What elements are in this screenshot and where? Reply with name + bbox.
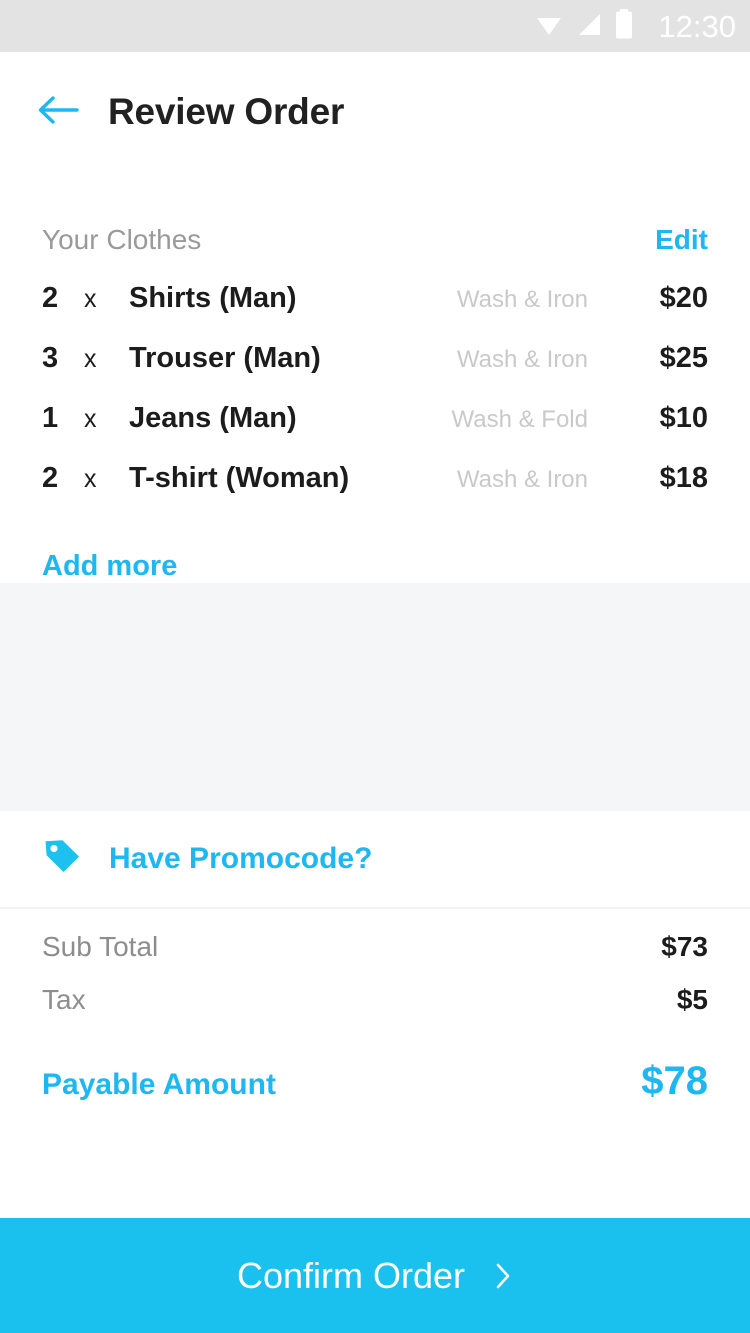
tax-label: Tax (42, 984, 86, 1015)
table-row[interactable]: 2 x Shirts (Man) Wash & Iron $20 (42, 282, 708, 342)
status-bar: 12:30 (0, 0, 750, 52)
page-title: Review Order (108, 91, 345, 132)
item-multiplier: x (84, 285, 97, 313)
item-quantity: 2 (42, 282, 59, 314)
arrow-left-icon (37, 94, 79, 131)
add-more-button[interactable]: Add more (42, 522, 177, 583)
item-price: $18 (659, 462, 708, 494)
confirm-order-label: Confirm Order (236, 1254, 466, 1296)
item-multiplier: x (84, 465, 97, 493)
tax-row: Tax $5 (42, 984, 708, 1037)
tax-value: $5 (676, 984, 708, 1015)
tag-icon (42, 837, 82, 882)
payable-label: Payable Amount (42, 1068, 276, 1101)
item-quantity: 2 (42, 462, 59, 494)
item-quantity: 3 (42, 342, 59, 374)
item-price: $25 (659, 342, 708, 374)
your-clothes-section: Your Clothes Edit 2 x Shirts (Man) Wash … (0, 172, 750, 583)
battery-icon (615, 8, 633, 44)
item-multiplier: x (84, 405, 97, 433)
content-spacer (0, 583, 750, 811)
payable-row: Payable Amount $78 (42, 1037, 708, 1104)
review-order-screen: 12:30 Review Order Your Clothes Edit 2 x… (0, 0, 750, 1333)
item-name: T-shirt (Woman) (129, 462, 350, 494)
status-icon-group: 12:30 (535, 8, 736, 44)
item-name: Jeans (Man) (129, 402, 297, 434)
subtotal-value: $73 (661, 931, 708, 962)
item-multiplier: x (84, 345, 97, 373)
edit-button[interactable]: Edit (655, 224, 708, 256)
item-service: Wash & Iron (456, 286, 588, 313)
payable-value: $78 (641, 1059, 708, 1103)
confirm-order-button[interactable]: Confirm Order (0, 1218, 750, 1333)
item-service: Wash & Fold (451, 406, 589, 433)
table-row[interactable]: 1 x Jeans (Man) Wash & Fold $10 (42, 402, 708, 462)
item-price: $20 (659, 282, 708, 314)
subtotal-row: Sub Total $73 (42, 931, 708, 984)
back-button[interactable] (34, 88, 82, 136)
app-header: Review Order (0, 52, 750, 172)
item-name: Shirts (Man) (129, 282, 297, 314)
table-row[interactable]: 3 x Trouser (Man) Wash & Iron $25 (42, 342, 708, 402)
item-service: Wash & Iron (456, 466, 588, 493)
item-service: Wash & Iron (456, 346, 588, 373)
wifi-icon (535, 10, 563, 43)
item-price: $10 (659, 402, 708, 434)
item-quantity: 1 (42, 402, 59, 434)
status-time: 12:30 (658, 8, 736, 44)
subtotal-label: Sub Total (42, 931, 159, 962)
table-row[interactable]: 2 x T-shirt (Woman) Wash & Iron $18 (42, 462, 708, 522)
signal-icon (575, 10, 603, 43)
item-name: Trouser (Man) (129, 342, 321, 374)
section-header: Your Clothes Edit (42, 172, 708, 282)
chevron-right-icon (493, 1260, 513, 1292)
totals-section: Sub Total $73 Tax $5 Payable Amount $78 (0, 909, 750, 1104)
section-title: Your Clothes (42, 224, 202, 255)
promocode-label: Have Promocode? (109, 842, 373, 875)
promocode-row[interactable]: Have Promocode? (0, 811, 750, 909)
